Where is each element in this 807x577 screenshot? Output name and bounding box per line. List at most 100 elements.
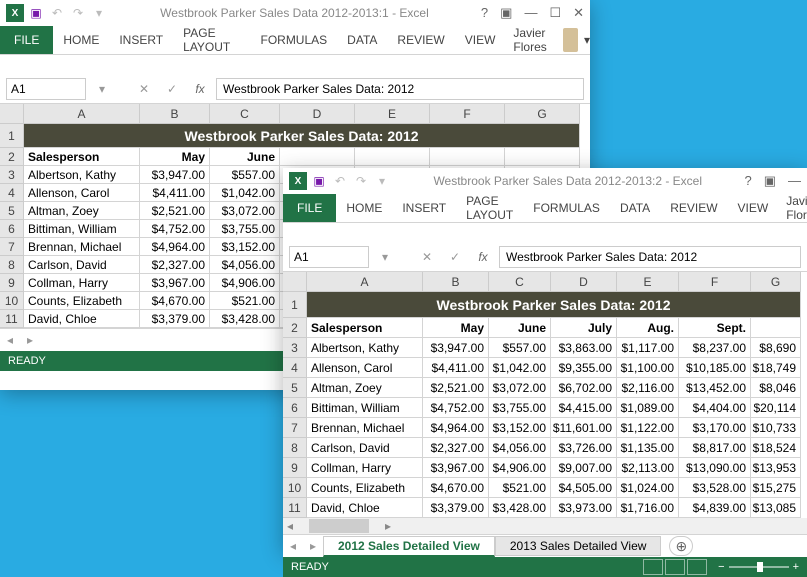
data-cell[interactable]: $3,755.00 xyxy=(210,220,280,238)
ribbon-tab-home[interactable]: HOME xyxy=(336,194,392,222)
col-header-B[interactable]: B xyxy=(140,104,210,124)
cancel-icon[interactable]: ✕ xyxy=(415,247,439,267)
data-cell[interactable]: $4,839.00 xyxy=(679,498,751,518)
col-header-D[interactable]: D xyxy=(551,272,617,292)
undo-icon[interactable]: ↶ xyxy=(331,172,349,190)
col-header-B[interactable]: B xyxy=(423,272,489,292)
data-cell[interactable]: $9,007.00 xyxy=(551,458,617,478)
data-cell[interactable]: Albertson, Kathy xyxy=(24,166,140,184)
ribbon-tab-review[interactable]: REVIEW xyxy=(660,194,727,222)
enter-icon[interactable]: ✓ xyxy=(160,79,184,99)
ribbon-tab-page-layout[interactable]: PAGE LAYOUT xyxy=(173,26,250,54)
col-header-A[interactable]: A xyxy=(307,272,423,292)
close-icon[interactable]: ✕ xyxy=(573,5,584,21)
data-cell[interactable]: $4,670.00 xyxy=(423,478,489,498)
data-cell[interactable]: $8,237.00 xyxy=(679,338,751,358)
data-cell[interactable]: $1,042.00 xyxy=(489,358,551,378)
col-header-E[interactable]: E xyxy=(355,104,430,124)
redo-icon[interactable]: ↷ xyxy=(69,4,87,22)
header-cell[interactable]: July xyxy=(551,318,617,338)
zoom-in-icon[interactable]: + xyxy=(793,561,799,573)
data-cell[interactable]: $13,953 xyxy=(751,458,801,478)
data-cell[interactable]: $11,601.00 xyxy=(551,418,617,438)
tab-scroll-right-icon[interactable]: ▸ xyxy=(20,333,40,347)
ribbon-tab-formulas[interactable]: FORMULAS xyxy=(250,26,337,54)
row-header[interactable]: 5 xyxy=(283,378,307,398)
data-cell[interactable]: $3,379.00 xyxy=(140,310,210,328)
row-header[interactable]: 2 xyxy=(283,318,307,338)
undo-icon[interactable]: ↶ xyxy=(48,4,66,22)
col-header-F[interactable]: F xyxy=(430,104,505,124)
data-cell[interactable]: $4,964.00 xyxy=(140,238,210,256)
data-cell[interactable]: $10,733 xyxy=(751,418,801,438)
data-title-cell[interactable]: Westbrook Parker Sales Data: 2012 xyxy=(307,292,801,318)
header-cell[interactable] xyxy=(505,148,580,166)
data-cell[interactable]: $3,170.00 xyxy=(679,418,751,438)
user-account[interactable]: Javier Flores▾ xyxy=(513,26,590,54)
data-cell[interactable]: Allenson, Carol xyxy=(307,358,423,378)
data-cell[interactable]: $3,528.00 xyxy=(679,478,751,498)
redo-icon[interactable]: ↷ xyxy=(352,172,370,190)
ribbon-tab-data[interactable]: DATA xyxy=(610,194,660,222)
data-cell[interactable]: $3,967.00 xyxy=(140,274,210,292)
help-icon[interactable]: ? xyxy=(744,173,751,189)
data-cell[interactable]: $1,122.00 xyxy=(617,418,679,438)
data-cell[interactable]: Brennan, Michael xyxy=(24,238,140,256)
data-cell[interactable]: $4,056.00 xyxy=(489,438,551,458)
name-box-dropdown-icon[interactable]: ▾ xyxy=(90,79,114,99)
add-sheet-icon[interactable]: ⊕ xyxy=(669,536,693,556)
data-cell[interactable]: $4,411.00 xyxy=(140,184,210,202)
data-cell[interactable]: $3,152.00 xyxy=(210,238,280,256)
data-cell[interactable]: $13,085 xyxy=(751,498,801,518)
row-header[interactable]: 10 xyxy=(0,292,24,310)
col-header-A[interactable]: A xyxy=(24,104,140,124)
ribbon-tab-file[interactable]: FILE xyxy=(0,26,53,54)
data-cell[interactable]: $3,947.00 xyxy=(423,338,489,358)
data-cell[interactable]: Carlson, David xyxy=(307,438,423,458)
zoom-slider[interactable] xyxy=(729,566,789,568)
data-cell[interactable]: $2,116.00 xyxy=(617,378,679,398)
name-box[interactable]: A1 xyxy=(289,246,369,268)
zoom-control[interactable]: − + xyxy=(718,561,799,573)
data-cell[interactable]: Collman, Harry xyxy=(24,274,140,292)
data-cell[interactable]: $18,524 xyxy=(751,438,801,458)
enter-icon[interactable]: ✓ xyxy=(443,247,467,267)
data-cell[interactable]: $4,906.00 xyxy=(489,458,551,478)
col-header-E[interactable]: E xyxy=(617,272,679,292)
data-cell[interactable]: Allenson, Carol xyxy=(24,184,140,202)
col-header-G[interactable]: G xyxy=(751,272,801,292)
ribbon-tab-review[interactable]: REVIEW xyxy=(387,26,454,54)
scroll-thumb[interactable] xyxy=(309,519,369,533)
data-cell[interactable]: Bittiman, William xyxy=(307,398,423,418)
col-header-G[interactable]: G xyxy=(505,104,580,124)
ribbon-options-icon[interactable]: ▣ xyxy=(764,173,776,189)
header-cell[interactable] xyxy=(280,148,355,166)
data-cell[interactable]: $8,817.00 xyxy=(679,438,751,458)
data-cell[interactable]: Brennan, Michael xyxy=(307,418,423,438)
row-header[interactable]: 1 xyxy=(0,124,24,148)
data-cell[interactable]: $4,411.00 xyxy=(423,358,489,378)
view-normal-icon[interactable] xyxy=(643,559,663,575)
data-cell[interactable]: $13,090.00 xyxy=(679,458,751,478)
data-cell[interactable]: $1,024.00 xyxy=(617,478,679,498)
col-header-C[interactable]: C xyxy=(489,272,551,292)
data-cell[interactable]: $557.00 xyxy=(489,338,551,358)
row-header[interactable]: 10 xyxy=(283,478,307,498)
fx-icon[interactable]: fx xyxy=(471,247,495,267)
minimize-icon[interactable]: — xyxy=(788,173,801,189)
data-cell[interactable]: Counts, Elizabeth xyxy=(307,478,423,498)
data-cell[interactable]: $1,716.00 xyxy=(617,498,679,518)
minimize-icon[interactable]: — xyxy=(524,5,537,21)
data-cell[interactable]: $8,046 xyxy=(751,378,801,398)
header-cell[interactable]: June xyxy=(489,318,551,338)
formula-input[interactable]: Westbrook Parker Sales Data: 2012 xyxy=(499,246,801,268)
row-header[interactable]: 7 xyxy=(283,418,307,438)
sheet-tab-2013[interactable]: 2013 Sales Detailed View xyxy=(495,536,662,556)
col-header-D[interactable]: D xyxy=(280,104,355,124)
data-cell[interactable]: Counts, Elizabeth xyxy=(24,292,140,310)
header-cell[interactable] xyxy=(430,148,505,166)
data-cell[interactable]: Carlson, David xyxy=(24,256,140,274)
row-header[interactable]: 5 xyxy=(0,202,24,220)
data-cell[interactable]: $1,042.00 xyxy=(210,184,280,202)
data-cell[interactable]: $9,355.00 xyxy=(551,358,617,378)
